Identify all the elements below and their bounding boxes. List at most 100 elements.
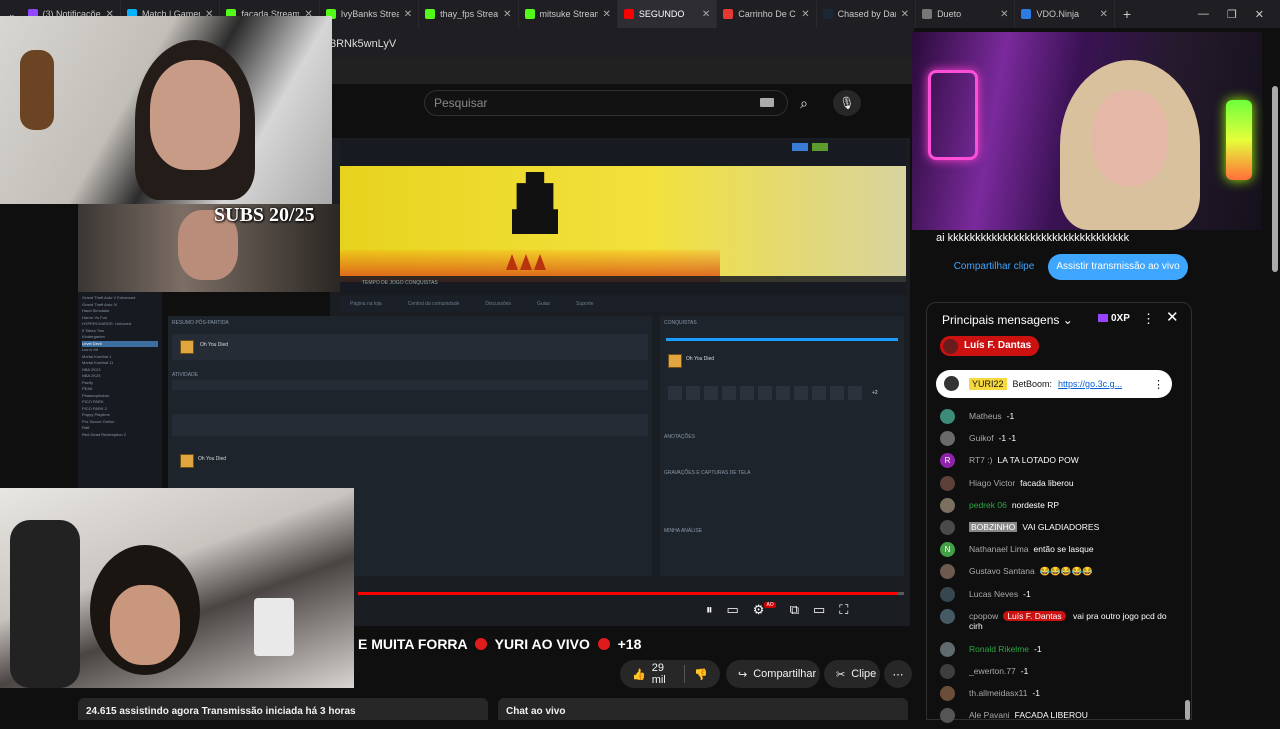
chat-message[interactable]: pedrek 06 nordeste RP [940, 497, 1176, 519]
subtitles-icon[interactable]: ▭ [727, 602, 739, 618]
minimize-icon[interactable]: — [1198, 8, 1209, 21]
miniplayer-icon[interactable]: ⧉ [790, 602, 799, 618]
chat-author[interactable]: Hiago Victor [969, 478, 1015, 488]
share-clip-button[interactable]: Compartilhar clipe [940, 254, 1048, 280]
locked-achievement-icon[interactable] [740, 386, 754, 400]
browser-tab[interactable]: thay_fps Stream ✕ [419, 0, 519, 28]
close-tab-icon[interactable]: ✕ [702, 9, 710, 20]
keyboard-icon[interactable] [760, 98, 774, 107]
pinned-link[interactable]: https://go.3c.g... [1058, 379, 1122, 389]
address-bar[interactable]: 3RNk5wnLyV [330, 28, 914, 58]
locked-achievement-icon[interactable] [668, 386, 682, 400]
chat-message[interactable]: BOBZINHO VAI GLADIADORES [940, 519, 1176, 541]
xp-badge[interactable]: 0XP [1098, 313, 1130, 324]
close-tab-icon[interactable]: ✕ [1000, 9, 1008, 20]
locked-achievement-icon[interactable] [704, 386, 718, 400]
chat-message[interactable]: _ewerton.77 -1 [940, 663, 1176, 685]
like-count[interactable]: 29 mil [652, 662, 674, 686]
locked-achievement-icon[interactable] [722, 386, 736, 400]
chat-author[interactable]: pedrek 06 [969, 500, 1007, 510]
steam-nav-item[interactable]: Discussões [485, 301, 511, 307]
library-item[interactable]: Red Dead Redemption 2 [82, 432, 158, 439]
chat-message[interactable]: Gustavo Santana 😂😂😂😂😂 [940, 563, 1176, 585]
chat-message[interactable]: R RT7 :) LA TA LOTADO POW [940, 452, 1176, 474]
steam-library-list[interactable]: Grand Theft Auto V Enhanced Grand Theft A… [78, 292, 162, 488]
chat-message[interactable]: Lucas Neves -1 [940, 586, 1176, 608]
description-box[interactable]: 24.615 assistindo agora Transmissão inic… [78, 698, 488, 720]
search-input[interactable]: Pesquisar [434, 96, 734, 110]
pause-icon[interactable]: ⏸ [706, 602, 713, 618]
watch-live-button[interactable]: Assistir transmissão ao vivo [1048, 254, 1188, 280]
close-chat-button[interactable]: ✕ [1166, 308, 1179, 326]
close-tab-icon[interactable]: ✕ [1099, 9, 1107, 20]
restore-icon[interactable]: ❐ [1227, 8, 1237, 21]
chat-message[interactable]: cpopow Luís F. Dantas vai pra outro jogo … [940, 608, 1176, 641]
chat-message[interactable]: th.allmeidasx11 -1 [940, 685, 1176, 707]
close-window-icon[interactable]: ✕ [1255, 8, 1264, 21]
steam-nav-item[interactable]: Página na loja [350, 301, 382, 307]
chat-author[interactable]: Guikof [969, 433, 994, 443]
close-tab-icon[interactable]: ✕ [603, 9, 611, 20]
chat-author[interactable]: cpopow [969, 611, 998, 621]
chat-message[interactable]: Hiago Victor facada liberou [940, 475, 1176, 497]
locked-achievement-icon[interactable] [794, 386, 808, 400]
chat-author[interactable]: Lucas Neves [969, 589, 1018, 599]
browser-tab[interactable]: Chased by Dar ✕ [817, 0, 917, 28]
steam-nav-item[interactable]: Guias [537, 301, 550, 307]
clip-button[interactable]: ✂ Clipe [824, 660, 880, 688]
dislike-icon[interactable]: 👎 [694, 668, 708, 681]
browser-tab[interactable]: Dueto ✕ [916, 0, 1016, 28]
chat-author[interactable]: Nathanael Lima [969, 544, 1029, 554]
search-button[interactable]: ⌕ [789, 90, 819, 116]
close-tab-icon[interactable]: ✕ [801, 9, 809, 20]
chat-author[interactable]: _ewerton.77 [969, 666, 1016, 676]
theater-mode-icon[interactable]: ▭ [813, 602, 825, 618]
activity-input[interactable] [172, 380, 648, 390]
chat-author[interactable]: Ronald Rikelme [969, 644, 1029, 654]
share-button[interactable]: ↪ Compartilhar [726, 660, 820, 688]
chat-message[interactable]: Ronald Rikelme -1 [940, 641, 1176, 663]
chat-author[interactable]: Gustavo Santana [969, 566, 1035, 576]
chat-author[interactable]: Matheus [969, 411, 1002, 421]
voice-search-button[interactable]: 🎙 [833, 90, 861, 116]
chat-scrollbar[interactable] [1184, 370, 1190, 720]
like-icon[interactable]: 👍 [632, 668, 646, 681]
browser-tab[interactable]: VDO.Ninja ✕ [1015, 0, 1115, 28]
locked-achievement-icon[interactable] [812, 386, 826, 400]
chat-author[interactable]: RT7 :) [969, 455, 992, 465]
chat-author[interactable]: BOBZINHO [969, 521, 1018, 532]
more-achievements[interactable]: +2 [872, 390, 878, 396]
steam-nav-item[interactable]: Suporte [576, 301, 594, 307]
close-tab-icon[interactable]: ✕ [503, 9, 511, 20]
browser-tab[interactable]: mitsuke Stream ✕ [519, 0, 618, 28]
chat-author[interactable]: Ale Pavani [969, 710, 1010, 720]
chat-message[interactable]: Guikof -1 -1 [940, 430, 1176, 452]
close-tab-icon[interactable]: ✕ [901, 9, 909, 20]
locked-achievement-icon[interactable] [758, 386, 772, 400]
page-scrollbar-thumb[interactable] [1272, 86, 1278, 272]
close-tab-icon[interactable]: ✕ [404, 9, 412, 20]
chat-message[interactable]: Ale Pavani FACADA LIBEROU [940, 707, 1176, 729]
chat-message[interactable]: Matheus -1 [940, 408, 1176, 430]
locked-achievement-icon[interactable] [830, 386, 844, 400]
fullscreen-icon[interactable]: ⛶ [839, 602, 848, 618]
chat-author[interactable]: th.allmeidasx11 [969, 688, 1027, 698]
pinned-message[interactable]: YURI22 BetBoom: https://go.3c.g... ⋮ [936, 370, 1172, 398]
locked-achievement-icon[interactable] [776, 386, 790, 400]
chat-menu-button[interactable]: ⋮ [1142, 311, 1155, 327]
steam-nav-item[interactable]: Central da comunidade [408, 301, 460, 307]
browser-tab[interactable]: Carrinho De C ✕ [717, 0, 817, 28]
browser-tab[interactable]: SEGUNDO ✕ [617, 0, 718, 28]
chat-mode-dropdown[interactable]: Principais mensagens ⌄ [942, 313, 1073, 327]
more-actions-button[interactable]: ⋯ [884, 660, 912, 688]
locked-achievement-icon[interactable] [848, 386, 862, 400]
new-tab-button[interactable]: + [1115, 6, 1139, 22]
locked-achievement-icon[interactable] [686, 386, 700, 400]
settings-gear-icon[interactable]: ⚙ AO [753, 602, 776, 618]
more-vert-icon[interactable]: ⋮ [1153, 378, 1164, 391]
live-chat-toggle[interactable]: Chat ao vivo [498, 698, 908, 720]
chat-scrollbar-thumb[interactable] [1185, 700, 1190, 720]
share-label: Compartilhar [753, 668, 817, 680]
chat-message[interactable]: N Nathanael Lima então se lasque [940, 541, 1176, 563]
browser-tab[interactable]: IvyBanks Stream ✕ [320, 0, 420, 28]
